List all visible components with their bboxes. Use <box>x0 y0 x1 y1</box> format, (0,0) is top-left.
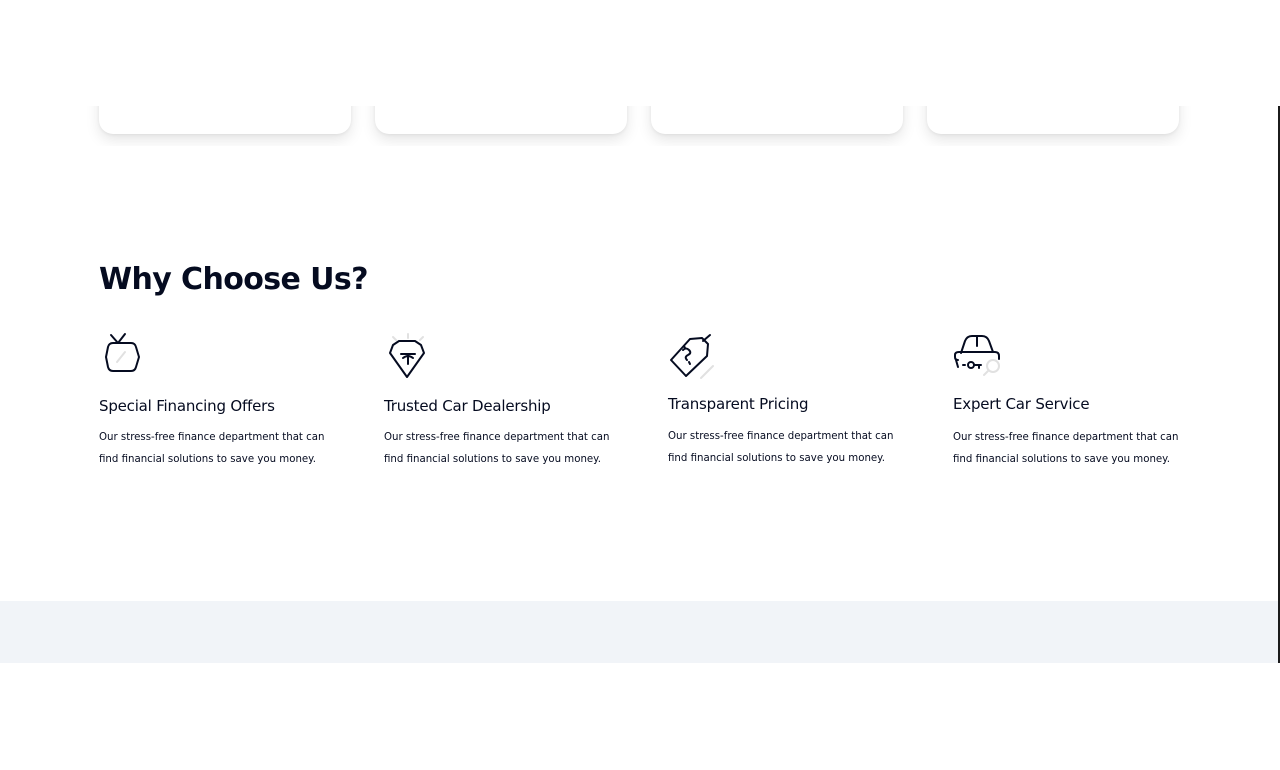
feature-title: Transparent Pricing <box>668 395 809 413</box>
section-title: Why Choose Us? <box>99 262 369 297</box>
cards-row <box>0 106 1278 146</box>
feature-description: Our stress-free finance department that … <box>99 432 325 465</box>
card[interactable] <box>375 106 627 134</box>
price-tag-icon <box>668 330 720 382</box>
card[interactable] <box>927 106 1179 134</box>
car-service-icon <box>953 330 1005 382</box>
feature-description: Our stress-free finance department that … <box>668 431 894 464</box>
next-section-band <box>0 601 1278 663</box>
feature-description: Our stress-free finance department that … <box>384 432 610 465</box>
card[interactable] <box>651 106 903 134</box>
card[interactable] <box>99 106 351 134</box>
tv-tag-icon <box>99 330 151 382</box>
feature-description: Our stress-free finance department that … <box>953 432 1179 465</box>
features-grid: Special Financing Offers Our stress-free… <box>99 330 1189 490</box>
feature-title: Special Financing Offers <box>99 397 275 415</box>
feature-title: Trusted Car Dealership <box>384 397 551 415</box>
diamond-badge-icon <box>384 330 436 382</box>
feature-title: Expert Car Service <box>953 395 1090 413</box>
page: Why Choose Us? Special Financing Offers … <box>0 0 1280 770</box>
